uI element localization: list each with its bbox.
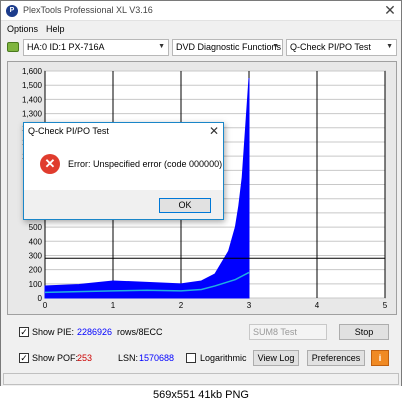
pie-value: 2286926 — [77, 327, 113, 337]
logarithmic-checkbox[interactable] — [186, 353, 196, 363]
menu-options[interactable]: Options — [7, 24, 38, 34]
x-tick-label: 0 — [43, 301, 48, 310]
dialog-title: Q-Check PI/PO Test — [24, 123, 223, 140]
drive-icon — [7, 42, 19, 52]
info-button[interactable]: i — [371, 350, 389, 366]
error-dialog: Q-Check PI/PO Test ✕ ✕ Error: Unspecifie… — [23, 122, 224, 220]
y-tick-label: 100 — [29, 280, 43, 289]
dialog-body: ✕ Error: Unspecified error (code 000000) — [24, 140, 223, 190]
chevron-down-icon: ▼ — [386, 43, 393, 50]
function-select[interactable]: DVD Diagnostic Functions ▼ — [172, 39, 283, 56]
y-tick-label: 1,600 — [22, 67, 43, 76]
show-pie-checkbox[interactable]: ✓ — [19, 327, 29, 337]
show-pof-checkbox[interactable]: ✓ — [19, 353, 29, 363]
y-tick-label: 400 — [29, 237, 43, 246]
status-bar — [3, 373, 399, 385]
sum-test-select[interactable]: SUM8 Test — [249, 324, 327, 340]
plextools-logo-icon: P — [6, 5, 18, 17]
dialog-close-button[interactable]: ✕ — [209, 124, 219, 138]
error-message: Error: Unspecified error (code 000000) — [68, 159, 223, 169]
function-select-value: DVD Diagnostic Functions — [176, 42, 282, 52]
chevron-down-icon: ▼ — [272, 43, 279, 50]
ok-button[interactable]: OK — [159, 198, 211, 213]
drive-select[interactable]: HA:0 ID:1 PX-716A ▼ — [23, 39, 169, 56]
sum-test-value: SUM8 Test — [253, 327, 297, 337]
view-log-button[interactable]: View Log — [253, 350, 299, 366]
test-select-value: Q-Check PI/PO Test — [290, 42, 371, 52]
x-tick-label: 1 — [111, 301, 116, 310]
y-tick-label: 500 — [29, 223, 43, 232]
lsn-value: 1570688 — [139, 353, 175, 363]
dialog-footer: OK — [24, 190, 223, 219]
x-tick-label: 4 — [315, 301, 320, 310]
plextools-window: P PlexTools Professional XL V3.16 ✕ Opti… — [0, 0, 402, 404]
window-title: PlexTools Professional XL V3.16 — [23, 5, 153, 15]
x-tick-label: 2 — [179, 301, 184, 310]
window-close-button[interactable]: ✕ — [383, 3, 397, 17]
image-caption: 569x551 41kb PNG — [0, 386, 402, 404]
stop-button[interactable]: Stop — [339, 324, 389, 340]
show-pof-label: Show POF: — [32, 353, 79, 363]
drive-select-value: HA:0 ID:1 PX-716A — [27, 42, 105, 52]
y-tick-label: 1,300 — [22, 110, 43, 119]
bottom-panel: ✓ Show PIE: 2286926 rows/8ECC SUM8 Test … — [7, 317, 397, 371]
error-icon: ✕ — [40, 154, 60, 174]
y-tick-label: 1,400 — [22, 95, 43, 104]
pie-unit: rows/8ECC — [117, 327, 163, 337]
title-bar: P PlexTools Professional XL V3.16 ✕ — [1, 1, 401, 21]
menu-help[interactable]: Help — [46, 24, 65, 34]
y-tick-label: 1,500 — [22, 81, 43, 90]
lsn-label: LSN: — [118, 353, 139, 363]
menu-bar: Options Help — [1, 22, 401, 36]
test-select[interactable]: Q-Check PI/PO Test ▼ — [286, 39, 397, 56]
y-tick-label: 300 — [29, 251, 43, 260]
preferences-button[interactable]: Preferences — [307, 350, 365, 366]
logarithmic-label: Logarithmic — [200, 353, 247, 363]
chevron-down-icon: ▼ — [158, 43, 165, 50]
x-tick-label: 3 — [247, 301, 252, 310]
show-pie-label: Show PIE: — [32, 327, 75, 337]
x-tick-label: 5 — [383, 301, 388, 310]
pof-value: 253 — [77, 353, 93, 363]
y-tick-label: 200 — [29, 266, 43, 275]
